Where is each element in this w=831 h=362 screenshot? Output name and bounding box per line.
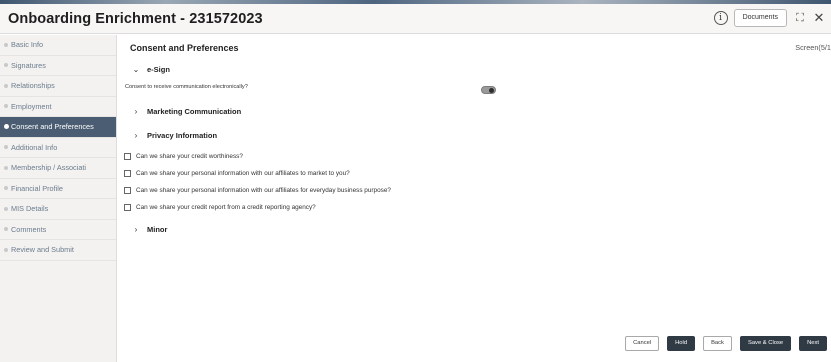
step-dot-icon	[4, 247, 8, 252]
affiliates-business-checkbox[interactable]	[124, 187, 131, 194]
chevron-right-icon: ›	[134, 107, 138, 116]
step-dot-icon	[4, 165, 8, 170]
minor-label: Minor	[147, 225, 168, 234]
page-title: Onboarding Enrichment - 231572023	[8, 10, 263, 27]
sidebar: Basic Info Signatures Relationships Empl…	[0, 35, 117, 362]
toggle-knob	[489, 87, 494, 93]
sidebar-item-label: MIS Details	[11, 204, 49, 214]
next-button[interactable]: Next	[799, 336, 827, 351]
sidebar-item-label: Membership / Associati	[11, 163, 87, 173]
sidebar-item-signatures[interactable]: Signatures	[0, 56, 116, 76]
sidebar-item-label: Relationships	[11, 81, 55, 91]
credit-worthiness-checkbox[interactable]	[124, 153, 131, 160]
sidebar-item-label: Additional Info	[11, 142, 58, 152]
sidebar-item-label: Consent and Preferences	[11, 122, 94, 132]
esign-group-header[interactable]: ⌄ e-Sign	[132, 65, 170, 74]
step-dot-icon	[4, 124, 9, 130]
sidebar-item-membership[interactable]: Membership / Associati	[0, 158, 116, 179]
sidebar-item-mis-details[interactable]: MIS Details	[0, 199, 116, 220]
hold-button[interactable]: Hold	[667, 336, 696, 351]
main-content: Consent and Preferences Screen(5/1 ⌄ e-S…	[118, 35, 831, 362]
question-row: Can we share your personal information w…	[124, 170, 350, 177]
esign-consent-label: Consent to receive communication electro…	[125, 84, 248, 90]
header-actions: i Documents ⛶ ✕	[713, 9, 825, 27]
sidebar-item-basic-info[interactable]: Basic Info	[0, 35, 116, 56]
sidebar-item-label: Signatures	[11, 60, 46, 70]
question-row: Can we share your credit worthiness?	[124, 153, 243, 160]
sidebar-item-consent-and-preferences[interactable]: Consent and Preferences	[0, 117, 116, 138]
expand-icon[interactable]: ⛶	[793, 12, 807, 25]
step-dot-icon	[4, 206, 8, 211]
section-title: Consent and Preferences	[130, 43, 239, 53]
chevron-right-icon: ›	[134, 131, 138, 140]
step-dot-icon	[4, 42, 8, 47]
affiliates-marketing-checkbox[interactable]	[124, 170, 131, 177]
privacy-information-label: Privacy Information	[147, 131, 218, 140]
question-label: Can we share your credit worthiness?	[136, 153, 243, 160]
step-dot-icon	[4, 63, 8, 68]
privacy-information-header[interactable]: › Privacy Information	[132, 131, 217, 140]
sidebar-item-additional-info[interactable]: Additional Info	[0, 138, 116, 158]
close-icon[interactable]: ✕	[813, 10, 825, 26]
sidebar-item-employment[interactable]: Employment	[0, 97, 116, 117]
marketing-communication-label: Marketing Communication	[147, 107, 242, 116]
sidebar-item-label: Financial Profile	[11, 183, 63, 193]
cancel-button[interactable]: Cancel	[625, 336, 660, 351]
question-label: Can we share your personal information w…	[136, 170, 350, 177]
documents-button[interactable]: Documents	[733, 9, 787, 27]
page-header: Onboarding Enrichment - 231572023 i Docu…	[0, 4, 831, 34]
question-row: Can we share your personal information w…	[124, 187, 391, 194]
sidebar-item-relationships[interactable]: Relationships	[0, 76, 116, 97]
sidebar-item-review-and-submit[interactable]: Review and Submit	[0, 240, 116, 261]
minor-header[interactable]: › Minor	[132, 225, 168, 234]
screen-indicator: Screen(5/1	[795, 43, 831, 52]
sidebar-item-label: Comments	[11, 224, 47, 234]
question-row: Can we share your credit report from a c…	[124, 204, 316, 211]
sidebar-item-label: Review and Submit	[11, 245, 74, 255]
sidebar-item-financial-profile[interactable]: Financial Profile	[0, 179, 116, 199]
sidebar-item-label: Basic Info	[11, 40, 44, 50]
question-label: Can we share your personal information w…	[136, 187, 391, 194]
save-and-close-button[interactable]: Save & Close	[739, 336, 792, 351]
info-icon[interactable]: i	[713, 11, 728, 25]
back-button[interactable]: Back	[703, 336, 732, 351]
step-dot-icon	[4, 186, 8, 191]
chevron-right-icon: ›	[134, 225, 138, 234]
chevron-down-icon: ⌄	[132, 65, 140, 74]
sidebar-item-comments[interactable]: Comments	[0, 220, 116, 240]
credit-report-checkbox[interactable]	[124, 204, 131, 211]
footer-actions: Cancel Hold Back Save & Close Next	[625, 336, 827, 351]
esign-label: e-Sign	[147, 65, 170, 74]
marketing-communication-header[interactable]: › Marketing Communication	[132, 107, 242, 116]
sidebar-item-label: Employment	[11, 101, 52, 111]
question-label: Can we share your credit report from a c…	[136, 204, 316, 211]
step-dot-icon	[4, 104, 8, 109]
esign-consent-toggle[interactable]	[481, 86, 496, 94]
step-dot-icon	[4, 227, 8, 232]
step-dot-icon	[4, 145, 8, 150]
step-dot-icon	[4, 83, 8, 88]
